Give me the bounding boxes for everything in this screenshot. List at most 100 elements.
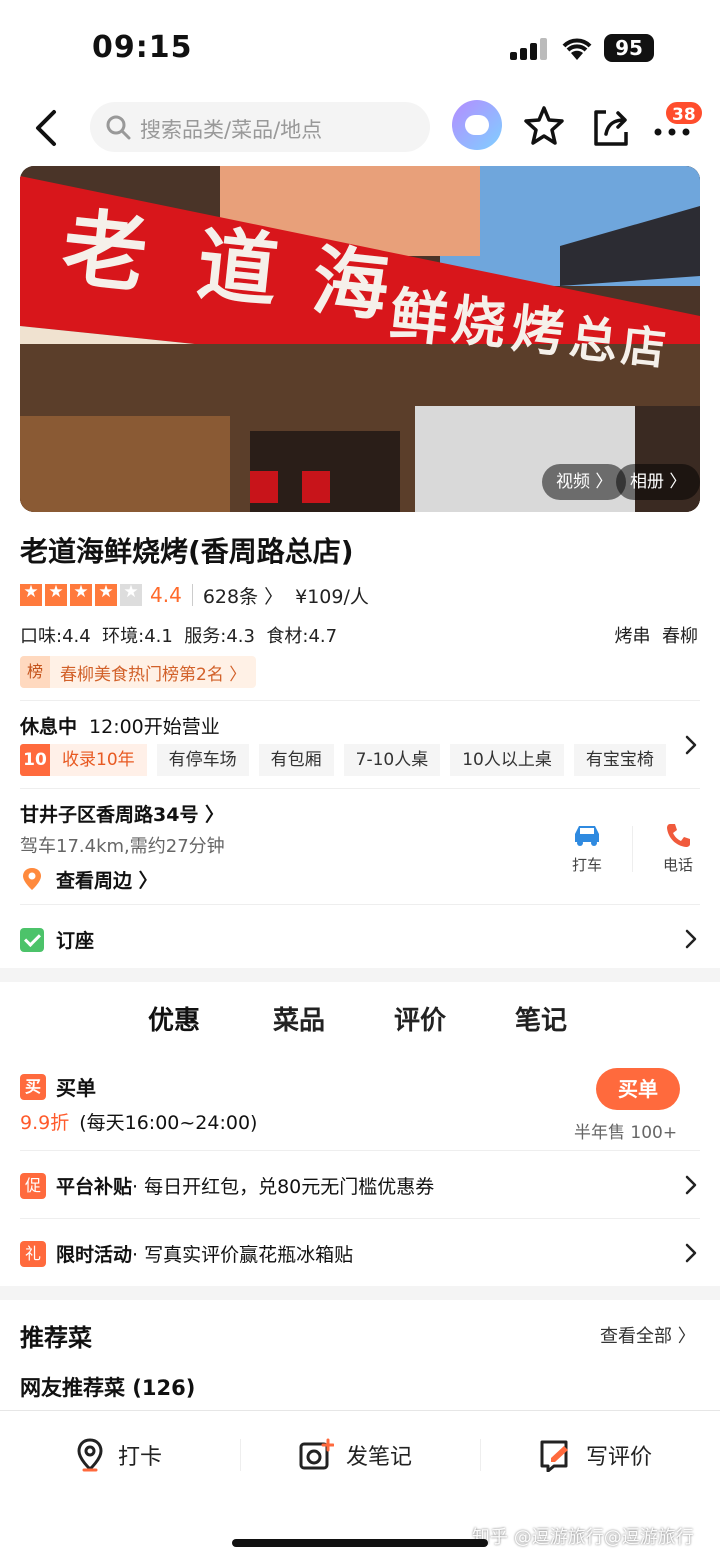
promo-subsidy[interactable]: 促 平台补贴 · 每日开红包，兑80元无门槛优惠券 — [20, 1172, 434, 1199]
divider — [20, 700, 700, 701]
nearby-link[interactable]: 查看周边 〉 — [20, 866, 158, 892]
facility-tag: 有宝宝椅 — [573, 744, 666, 776]
divider — [20, 904, 700, 905]
tab-dishes[interactable]: 菜品 — [273, 1000, 325, 1037]
tab-reviews[interactable]: 评价 — [394, 1000, 446, 1037]
phone-icon — [667, 824, 690, 847]
shop-name: 老道海鲜烧烤(香周路总店) — [20, 535, 354, 568]
ranking-icon: 榜 — [20, 656, 50, 688]
chevron-right-icon[interactable] — [684, 1174, 698, 1196]
svg-text:店: 店 — [619, 320, 668, 375]
star-icon — [20, 582, 42, 606]
promo-title: 限时活动 — [56, 1244, 133, 1266]
divider — [20, 788, 700, 789]
svg-text:总: 总 — [567, 310, 621, 371]
facility-tags[interactable]: 10 收录10年 有停车场 有包厢 7-10人桌 10人以上桌 有宝宝椅 — [20, 744, 666, 776]
see-all-link[interactable]: 查看全部 〉 — [600, 1322, 696, 1348]
chevron-right-icon[interactable] — [684, 928, 698, 950]
svg-text:烤: 烤 — [509, 299, 567, 364]
top-nav: 搜索品类/菜品/地点 38 — [0, 96, 720, 160]
ranking-banner[interactable]: 榜 春柳美食热门榜第2名 〉 — [20, 656, 257, 688]
address-link[interactable]: 甘井子区香周路34号 〉 — [20, 800, 224, 827]
opening-time: 12:00开始营业 — [89, 716, 220, 738]
promo-text: · 每日开红包，兑80元无门槛优惠券 — [132, 1176, 435, 1198]
storefront-photo[interactable]: 老 道 海 鲜 烧 烤 总 店 视频 〉 相册 〉 — [20, 166, 700, 512]
facility-tag: 收录10年 — [50, 744, 147, 776]
video-button[interactable]: 视频 〉 — [542, 464, 627, 500]
tab-discounts[interactable]: 优惠 — [148, 1000, 200, 1037]
ai-assistant-icon[interactable] — [452, 100, 502, 150]
svg-text:老: 老 — [58, 198, 152, 304]
watermark: 知乎 @逗游旅行@逗游旅行 — [472, 1527, 694, 1548]
storefront-image: 老 道 海 鲜 烧 烤 总 店 — [20, 166, 700, 512]
pay-bill-label: 买单 — [56, 1076, 96, 1100]
business-hours[interactable]: 休息中 12:00开始营业 — [20, 712, 220, 739]
gift-icon: 礼 — [20, 1240, 46, 1267]
search-icon — [106, 115, 131, 140]
chevron-right-icon[interactable] — [684, 1242, 698, 1264]
car-icon — [575, 826, 599, 846]
facility-tag: 10人以上桌 — [450, 744, 564, 776]
search-placeholder: 搜索品类/菜品/地点 — [140, 118, 323, 142]
tab-notes[interactable]: 笔记 — [515, 1000, 567, 1037]
share-icon[interactable] — [590, 106, 632, 148]
rating-row: 4.4 628条 〉 ¥109/人 — [20, 580, 369, 610]
divider — [191, 584, 193, 606]
section-gap — [0, 968, 720, 982]
divider — [20, 1150, 700, 1151]
content-tabs: 优惠 菜品 评价 笔记 — [0, 996, 720, 1046]
star-icon — [70, 582, 92, 606]
facility-tag: 7-10人桌 — [343, 744, 441, 776]
divider — [480, 1439, 481, 1471]
sub-scores: 口味:4.4 环境:4.1 服务:4.3 食材:4.7 — [20, 626, 338, 647]
divider — [240, 1439, 241, 1471]
taxi-label: 打车 — [571, 856, 602, 874]
booking-label: 订座 — [56, 930, 95, 952]
search-bar[interactable]: 搜索品类/菜品/地点 — [90, 102, 430, 152]
svg-text:道: 道 — [193, 217, 282, 318]
home-indicator[interactable] — [232, 1539, 488, 1547]
svg-text:海: 海 — [308, 235, 393, 331]
rating-score: 4.4 — [150, 583, 182, 607]
check-icon — [20, 927, 44, 952]
write-review-button[interactable]: 写评价 — [538, 1435, 652, 1475]
back-arrow-icon[interactable] — [30, 108, 64, 148]
camera-note-icon — [299, 1438, 334, 1470]
phone-button[interactable]: 电话 — [643, 822, 713, 875]
chevron-right-icon[interactable] — [684, 734, 698, 756]
nearby-label: 查看周边 〉 — [56, 869, 158, 892]
divider — [632, 826, 633, 872]
checkin-label: 打卡 — [118, 1445, 163, 1470]
user-recommended-dishes[interactable]: 网友推荐菜 (126) — [20, 1372, 195, 1402]
album-button[interactable]: 相册 〉 — [616, 464, 700, 500]
status-bar: 09:15 95 — [0, 0, 720, 96]
pay-bill-button[interactable]: 买单 — [596, 1068, 680, 1110]
facility-tag: 有包厢 — [258, 744, 334, 776]
promo-icon: 促 — [20, 1172, 46, 1199]
discount-info: 9.9折 (每天16:00~24:00) — [20, 1108, 257, 1135]
svg-text:烧: 烧 — [449, 288, 509, 356]
promo-title: 平台补贴 — [56, 1176, 133, 1198]
category-tags: 烤串 春柳 — [614, 626, 698, 647]
svg-text:鲜: 鲜 — [387, 280, 452, 354]
discount-time: (每天16:00~24:00) — [79, 1112, 258, 1134]
booking-row[interactable]: 订座 — [20, 926, 94, 953]
promo-limited-event[interactable]: 礼 限时活动 · 写真实评价赢花瓶冰箱贴 — [20, 1240, 353, 1267]
business-status: 休息中 — [20, 716, 78, 738]
review-count-link[interactable]: 628条 〉 — [203, 582, 283, 609]
divider — [20, 1218, 700, 1219]
checkin-button[interactable]: 打卡 — [74, 1435, 162, 1475]
favorite-star-icon[interactable] — [522, 104, 566, 148]
price-per-person: ¥109/人 — [295, 585, 369, 608]
sold-count: 半年售 100+ — [574, 1123, 678, 1143]
bottom-action-bar: 打卡 发笔记 写评价 知乎 @逗游旅行@逗游旅行 — [0, 1410, 720, 1561]
post-note-button[interactable]: 发笔记 — [298, 1435, 412, 1475]
write-review-label: 写评价 — [586, 1445, 653, 1470]
recommended-title: 推荐菜 — [20, 1324, 92, 1352]
taxi-button[interactable]: 打车 — [552, 822, 622, 875]
facility-tag: 有停车场 — [156, 744, 249, 776]
pay-bill-title: 买 买单 — [20, 1072, 96, 1101]
post-note-label: 发笔记 — [346, 1445, 413, 1470]
star-icon — [95, 582, 117, 606]
location-pin-icon — [77, 1438, 103, 1472]
